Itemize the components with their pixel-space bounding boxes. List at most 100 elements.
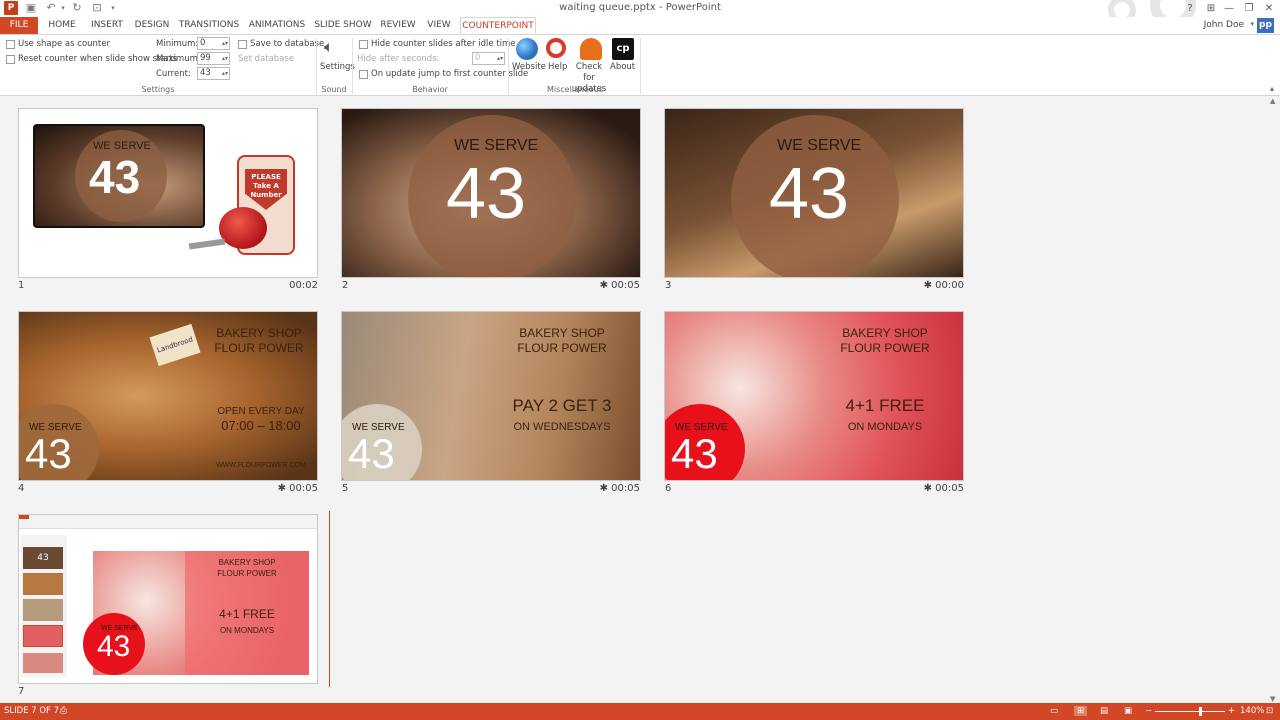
maximum-stepper[interactable]: 99 ▴▾	[197, 52, 230, 65]
reading-view-icon[interactable]: ▤	[1100, 706, 1108, 716]
slide-thumbnail-4[interactable]: Landbrood BAKERY SHOP FLOUR POWER OPEN EV…	[18, 311, 318, 481]
normal-view-icon[interactable]: ▭	[1050, 706, 1058, 716]
shop-name: BAKERY SHOP	[842, 326, 928, 340]
slide-thumbnail-6[interactable]: BAKERY SHOP FLOUR POWER 4+1 FREE ON MONDA…	[664, 311, 964, 481]
help-icon[interactable]: ?	[1180, 0, 1200, 17]
tab-home[interactable]: HOME	[44, 17, 80, 34]
counter-number: 43	[769, 154, 850, 234]
transition-icon: ✱	[923, 280, 932, 291]
shop-title: BAKERY SHOP FLOUR POWER	[512, 326, 612, 356]
speaker-icon[interactable]: 🔈︎	[324, 37, 334, 57]
slide-number: 7	[18, 686, 25, 697]
use-shape-checkbox[interactable]	[6, 40, 15, 49]
counter-number: 43	[446, 154, 527, 234]
about-button[interactable]: About	[610, 62, 635, 72]
hide-after-value: 0	[475, 53, 481, 63]
slide-timing: ✱ 00:05	[580, 280, 640, 291]
slide-timing: ✱ 00:05	[258, 483, 318, 494]
slide-number: 3	[665, 280, 672, 291]
lifebuoy-help-icon[interactable]	[546, 38, 566, 58]
slideshow-view-icon[interactable]: ▣	[1124, 706, 1132, 716]
globe-icon[interactable]	[516, 38, 538, 60]
tab-transitions[interactable]: TRANSITIONS	[178, 17, 240, 34]
current-value: 43	[200, 68, 211, 78]
help-button[interactable]: Help	[548, 62, 567, 72]
sound-settings-button[interactable]: Settings	[320, 62, 355, 72]
vertical-scrollbar[interactable]: ▲ ▼	[1268, 97, 1280, 703]
tv-screen: WE SERVE 43	[33, 124, 205, 228]
scroll-up-icon[interactable]: ▲	[1270, 97, 1275, 105]
tab-view[interactable]: VIEW	[424, 17, 454, 34]
cp-logo-icon[interactable]: cp	[612, 38, 634, 60]
current-stepper[interactable]: 43 ▴▾	[197, 67, 230, 80]
slide-number: 2	[342, 280, 349, 291]
shop-name: BAKERY SHOP	[216, 326, 302, 340]
hardhat-update-icon[interactable]	[580, 38, 602, 60]
shop-title: BAKERY SHOP FLOUR POWER	[197, 557, 297, 579]
stepper-arrows-icon[interactable]: ▴▾	[222, 68, 228, 79]
fit-to-window-icon[interactable]: ⊡	[1266, 706, 1273, 716]
promo-line-1: OPEN EVERY DAY	[217, 406, 305, 417]
mini-slide-thumb	[23, 653, 63, 673]
restore-icon[interactable]: ❐	[1239, 0, 1259, 17]
close-icon[interactable]: ✕	[1259, 0, 1279, 17]
shop-title: BAKERY SHOP FLOUR POWER	[835, 326, 935, 356]
tab-design[interactable]: DESIGN	[134, 17, 170, 34]
minimum-stepper[interactable]: 0 ▴▾	[197, 37, 230, 50]
user-dropdown-icon[interactable]: ▾	[1250, 20, 1254, 28]
zoom-slider[interactable]	[1155, 711, 1225, 712]
window-title: waiting queue.pptx - PowerPoint	[559, 2, 721, 13]
group-divider	[352, 38, 353, 94]
ribbon-counterpoint: Use shape as counter Reset counter when …	[0, 34, 1280, 96]
spelling-icon[interactable]: ⎙	[60, 706, 67, 716]
tab-review[interactable]: REVIEW	[378, 17, 418, 34]
tab-animations[interactable]: ANIMATIONS	[248, 17, 306, 34]
slide-thumbnail-7[interactable]: 43 BAKERY SHOP FLOUR POWER 4+1 FREE ON MO…	[18, 514, 318, 684]
shop-name: BAKERY SHOP	[218, 558, 276, 567]
maximum-value: 99	[200, 53, 211, 63]
tab-insert[interactable]: INSERT	[86, 17, 128, 34]
mini-slide-panel: 43	[21, 535, 67, 677]
tab-counterpoint[interactable]: COUNTERPOINT	[460, 17, 536, 34]
website-url: WWW.FLOURPOWER.COM	[216, 462, 306, 469]
save-database-checkbox[interactable]	[238, 40, 247, 49]
stepper-arrows-icon[interactable]: ▴▾	[222, 53, 228, 64]
tab-file[interactable]: FILE	[0, 17, 38, 34]
transition-icon: ✱	[277, 483, 286, 494]
slide-thumbnail-1[interactable]: WE SERVE 43 PLEASE Take A Number	[18, 108, 318, 278]
user-name[interactable]: John Doe	[1204, 20, 1244, 30]
bread-tag: Landbrood	[149, 323, 201, 367]
zoom-out-icon[interactable]: −	[1145, 706, 1152, 716]
slide-thumbnail-2[interactable]: WE SERVE 43	[341, 108, 641, 278]
avatar[interactable]: pp	[1257, 18, 1274, 33]
website-button[interactable]: Website	[512, 62, 546, 72]
ribbon-display-options-icon[interactable]: ⊞	[1201, 0, 1221, 17]
scroll-down-icon[interactable]: ▼	[1270, 695, 1275, 703]
minimize-icon[interactable]: —	[1219, 0, 1239, 17]
shop-title: BAKERY SHOP FLOUR POWER	[209, 326, 309, 356]
hide-idle-checkbox[interactable]	[359, 40, 368, 49]
zoom-in-icon[interactable]: +	[1228, 706, 1235, 716]
tab-slide-show[interactable]: SLIDE SHOW	[314, 17, 372, 34]
collapse-ribbon-icon[interactable]: ▴	[1270, 84, 1274, 93]
take-number-sign: PLEASE Take A Number	[245, 169, 287, 210]
jump-first-checkbox[interactable]	[359, 70, 368, 79]
hide-after-stepper[interactable]: 0 ▴▾	[472, 52, 505, 65]
zoom-level[interactable]: 140%	[1240, 706, 1264, 716]
counter-number: 43	[89, 151, 141, 203]
set-database-button[interactable]: Set database	[238, 54, 294, 64]
promo-line-2: ON WEDNESDAYS	[513, 421, 611, 433]
title-bar: P ▣ ↶ ▾ ↻ ⊡ ▾ waiting queue.pptx - Power…	[0, 0, 1280, 28]
slide-thumbnail-3[interactable]: WE SERVE 43	[664, 108, 964, 278]
slide-timing: ✱ 00:05	[580, 483, 640, 494]
zoom-slider-thumb[interactable]	[1199, 707, 1202, 716]
minimum-value: 0	[200, 38, 206, 48]
mini-slide-thumb	[23, 573, 63, 595]
slide-thumbnail-5[interactable]: BAKERY SHOP FLOUR POWER PAY 2 GET 3 ON WE…	[341, 311, 641, 481]
stepper-arrows-icon[interactable]: ▴▾	[497, 53, 503, 64]
slide-timing: 00:02	[289, 280, 318, 291]
slide-timing-value: 00:05	[611, 483, 640, 494]
slide-sorter-view-icon[interactable]: ⊞	[1074, 706, 1088, 716]
stepper-arrows-icon[interactable]: ▴▾	[222, 38, 228, 49]
reset-counter-checkbox[interactable]	[6, 55, 15, 64]
